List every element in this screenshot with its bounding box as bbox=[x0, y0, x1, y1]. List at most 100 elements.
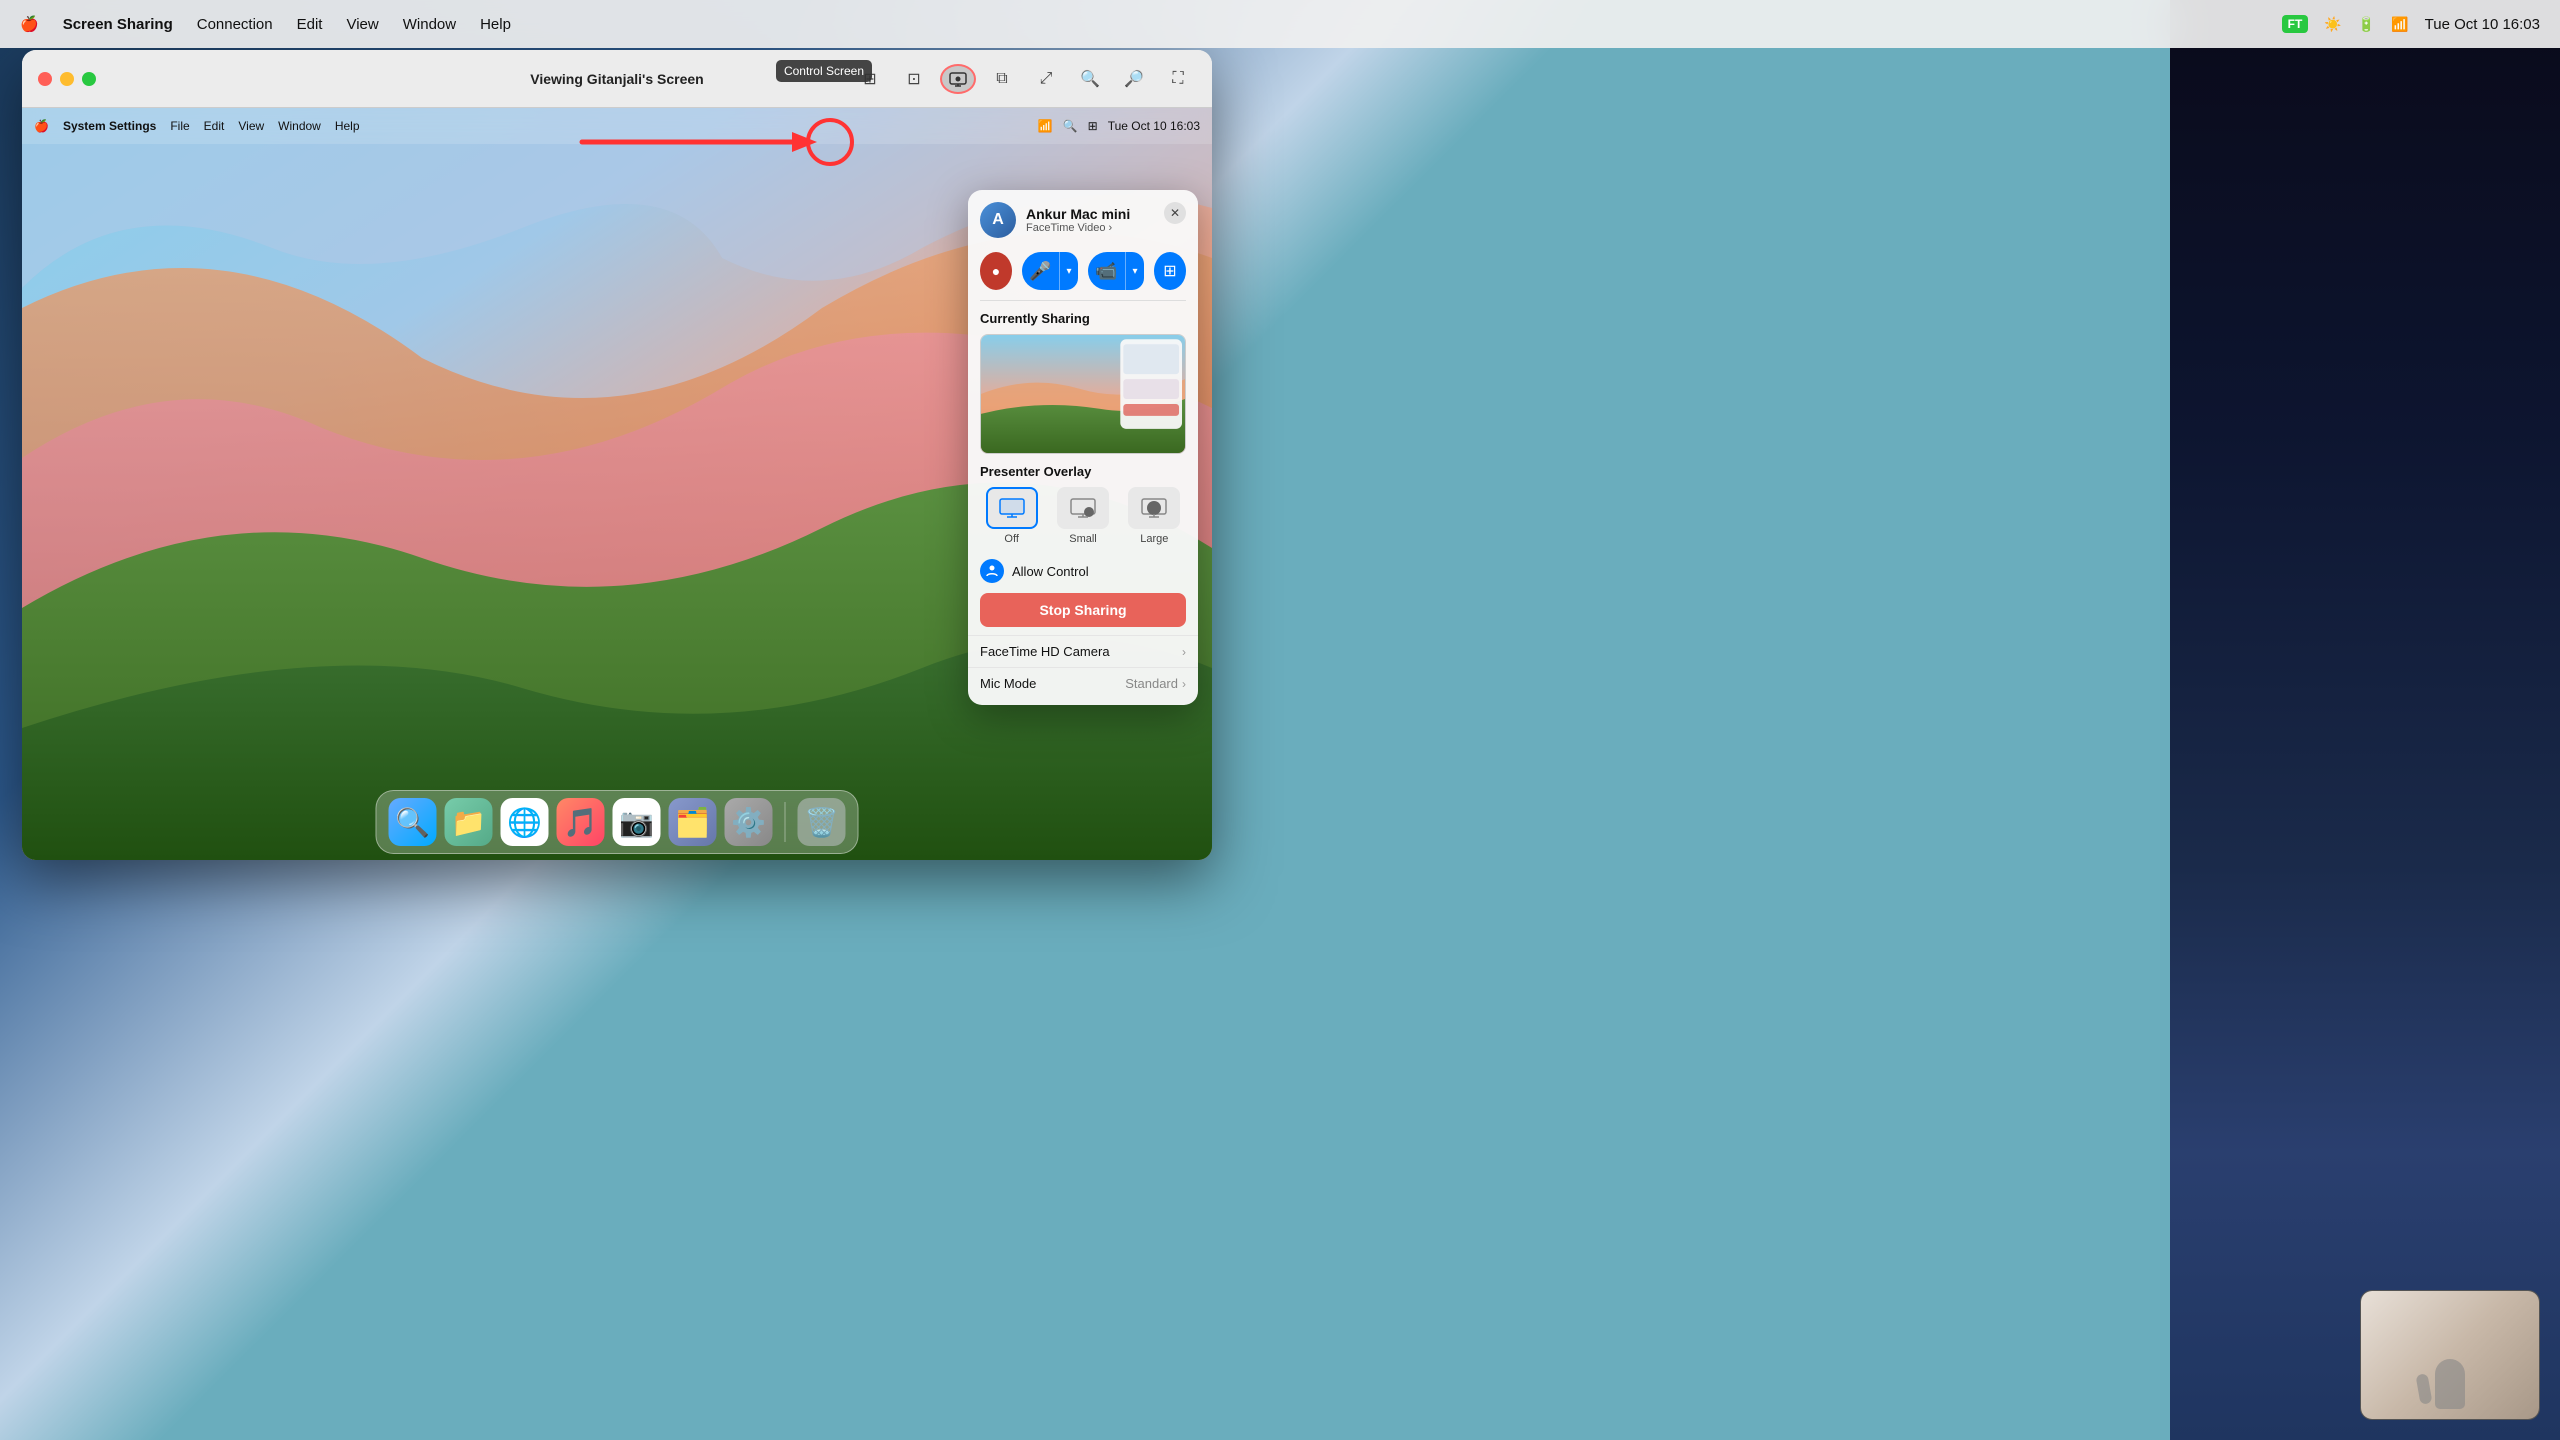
ft-record-button[interactable]: ● bbox=[980, 252, 1012, 290]
shared-time: Tue Oct 10 16:03 bbox=[1108, 119, 1200, 133]
self-view-thumbnail bbox=[2360, 1290, 2540, 1420]
maximize-button[interactable] bbox=[82, 72, 96, 86]
ft-mic-button[interactable]: 🎤 bbox=[1022, 252, 1060, 290]
menubar-time: Tue Oct 10 16:03 bbox=[2425, 16, 2540, 33]
ft-camera-button[interactable]: 📹 bbox=[1088, 252, 1126, 290]
dock-photos[interactable]: 📷 bbox=[613, 798, 661, 846]
screen-sharing-window: Viewing Gitanjali's Screen ⊞ ⊡ ⧉ ⤢ 🔍 🔎 ⛶… bbox=[22, 50, 1212, 860]
dock-chrome[interactable]: 🌐 bbox=[501, 798, 549, 846]
close-button[interactable] bbox=[38, 72, 52, 86]
self-view-content bbox=[2361, 1291, 2539, 1419]
single-view-button[interactable]: ⊡ bbox=[896, 64, 932, 94]
shared-view-menu[interactable]: View bbox=[238, 119, 264, 133]
menubar-connection[interactable]: Connection bbox=[197, 16, 273, 33]
facetime-panel: A Ankur Mac mini FaceTime Video › ✕ ● bbox=[968, 190, 1198, 705]
menubar-left-items: 🍎 Screen Sharing Connection Edit View Wi… bbox=[20, 15, 511, 33]
brightness-icon[interactable]: ☀️ bbox=[2324, 16, 2341, 33]
apple-menu[interactable]: 🍎 bbox=[20, 15, 39, 33]
ft-presenter-small-icon[interactable] bbox=[1057, 487, 1109, 529]
menubar-edit[interactable]: Edit bbox=[297, 16, 323, 33]
dock-divider bbox=[785, 802, 786, 842]
menubar-help[interactable]: Help bbox=[480, 16, 511, 33]
shared-file-menu[interactable]: File bbox=[170, 119, 189, 133]
ft-presenter-large-icon[interactable] bbox=[1128, 487, 1180, 529]
ft-camera-group: 📹 ▾ bbox=[1088, 252, 1144, 290]
shared-window-menu[interactable]: Window bbox=[278, 119, 321, 133]
zoom-out-button[interactable]: 🔍 bbox=[1072, 64, 1108, 94]
fullscreen-button[interactable]: ⛶ bbox=[1160, 64, 1196, 94]
shared-control-center-icon[interactable]: ⊞ bbox=[1088, 119, 1098, 133]
ft-subtitle: FaceTime Video › bbox=[1026, 222, 1186, 234]
shared-help-menu[interactable]: Help bbox=[335, 119, 360, 133]
space-wallpaper-panel bbox=[2170, 0, 2560, 1440]
ft-controls: ● 🎤 ▾ 📹 ▾ ⊞ bbox=[968, 246, 1198, 300]
ft-presenter-small: Small bbox=[1051, 487, 1114, 545]
menubar-window[interactable]: Window bbox=[403, 16, 456, 33]
dock-files[interactable]: 📁 bbox=[445, 798, 493, 846]
shared-wifi-icon: 📶 bbox=[1038, 119, 1053, 133]
ft-presenter-section: Presenter Overlay Off bbox=[968, 464, 1198, 553]
shared-menubar: 🍎 System Settings File Edit View Window … bbox=[22, 108, 1212, 144]
space-background bbox=[2170, 0, 2560, 1440]
ft-screen-preview bbox=[980, 334, 1186, 454]
ft-allow-control-icon bbox=[980, 559, 1004, 583]
ft-divider-1 bbox=[980, 300, 1186, 301]
ft-camera-row-label: FaceTime HD Camera bbox=[980, 644, 1182, 659]
ft-close-button[interactable]: ✕ bbox=[1164, 202, 1186, 224]
ft-mic-mode-value: Standard bbox=[1125, 676, 1178, 691]
wifi-icon[interactable]: 📶 bbox=[2391, 16, 2408, 33]
ft-mic-mode-row[interactable]: Mic Mode Standard › bbox=[968, 667, 1198, 699]
dock-settings[interactable]: ⚙️ bbox=[725, 798, 773, 846]
ft-mic-mode-chevron: › bbox=[1182, 677, 1186, 691]
zoom-fit-button[interactable]: ⤢ bbox=[1028, 64, 1064, 94]
facetime-green-icon: FT bbox=[2282, 15, 2309, 33]
dock-finder[interactable]: 🔍 bbox=[389, 798, 437, 846]
ft-mic-mode-label: Mic Mode bbox=[980, 676, 1125, 691]
shared-edit-menu[interactable]: Edit bbox=[204, 119, 225, 133]
ft-presenter-off-label: Off bbox=[1004, 533, 1018, 545]
menubar-right-items: FT ☀️ 🔋 📶 Tue Oct 10 16:03 bbox=[2282, 15, 2540, 33]
control-screen-button[interactable] bbox=[940, 64, 976, 94]
ft-stop-sharing-button[interactable]: Stop Sharing bbox=[980, 593, 1186, 627]
ft-allow-control-label: Allow Control bbox=[1012, 564, 1089, 579]
ft-header-info: Ankur Mac mini FaceTime Video › bbox=[1026, 206, 1186, 235]
dock-music[interactable]: 🎵 bbox=[557, 798, 605, 846]
menubar-view[interactable]: View bbox=[346, 16, 378, 33]
ft-presenter-off-icon[interactable] bbox=[986, 487, 1038, 529]
control-screen-tooltip: Control Screen bbox=[776, 60, 872, 82]
shared-menubar-right: 📶 🔍 ⊞ Tue Oct 10 16:03 bbox=[1038, 119, 1200, 133]
zoom-in-button[interactable]: 🔎 bbox=[1116, 64, 1152, 94]
ft-contact-name: Ankur Mac mini bbox=[1026, 206, 1186, 223]
ft-presenter-off: Off bbox=[980, 487, 1043, 545]
ss-toolbar: ⊞ ⊡ ⧉ ⤢ 🔍 🔎 ⛶ bbox=[852, 64, 1196, 94]
shared-desktop: 🍎 System Settings File Edit View Window … bbox=[22, 108, 1212, 860]
pip-button[interactable]: ⧉ bbox=[984, 64, 1020, 94]
shared-dock: 🔍 📁 🌐 🎵 📷 🗂️ ⚙️ 🗑️ bbox=[376, 790, 859, 854]
ft-mic-dropdown-button[interactable]: ▾ bbox=[1060, 252, 1078, 290]
shared-menubar-left: 🍎 System Settings File Edit View Window … bbox=[34, 119, 360, 133]
ft-camera-row[interactable]: FaceTime HD Camera › bbox=[968, 635, 1198, 667]
menubar-app-name[interactable]: Screen Sharing bbox=[63, 16, 173, 33]
ft-header: A Ankur Mac mini FaceTime Video › ✕ bbox=[968, 190, 1198, 246]
shared-app-name[interactable]: System Settings bbox=[63, 119, 156, 133]
minimize-button[interactable] bbox=[60, 72, 74, 86]
ft-allow-control-row[interactable]: Allow Control bbox=[968, 553, 1198, 589]
battery-icon[interactable]: 🔋 bbox=[2358, 16, 2375, 33]
traffic-lights bbox=[38, 72, 96, 86]
window-title: Viewing Gitanjali's Screen bbox=[530, 71, 703, 87]
shared-search-icon[interactable]: 🔍 bbox=[1063, 119, 1078, 133]
system-menubar: 🍎 Screen Sharing Connection Edit View Wi… bbox=[0, 0, 2560, 48]
dock-apps[interactable]: 🗂️ bbox=[669, 798, 717, 846]
ft-screen-share-button[interactable]: ⊞ bbox=[1154, 252, 1186, 290]
shared-apple-menu[interactable]: 🍎 bbox=[34, 119, 49, 133]
dock-trash[interactable]: 🗑️ bbox=[798, 798, 846, 846]
ft-camera-row-chevron: › bbox=[1182, 645, 1186, 659]
ss-screen-content: 🍎 System Settings File Edit View Window … bbox=[22, 108, 1212, 860]
ft-camera-dropdown-button[interactable]: ▾ bbox=[1126, 252, 1144, 290]
ft-presenter-options: Off Small bbox=[980, 487, 1186, 545]
ss-titlebar: Viewing Gitanjali's Screen ⊞ ⊡ ⧉ ⤢ 🔍 🔎 ⛶… bbox=[22, 50, 1212, 108]
ft-avatar: A bbox=[980, 202, 1016, 238]
ft-presenter-overlay-label: Presenter Overlay bbox=[980, 464, 1186, 479]
ft-screen-preview-inner bbox=[981, 335, 1185, 453]
ft-presenter-large-label: Large bbox=[1140, 533, 1168, 545]
